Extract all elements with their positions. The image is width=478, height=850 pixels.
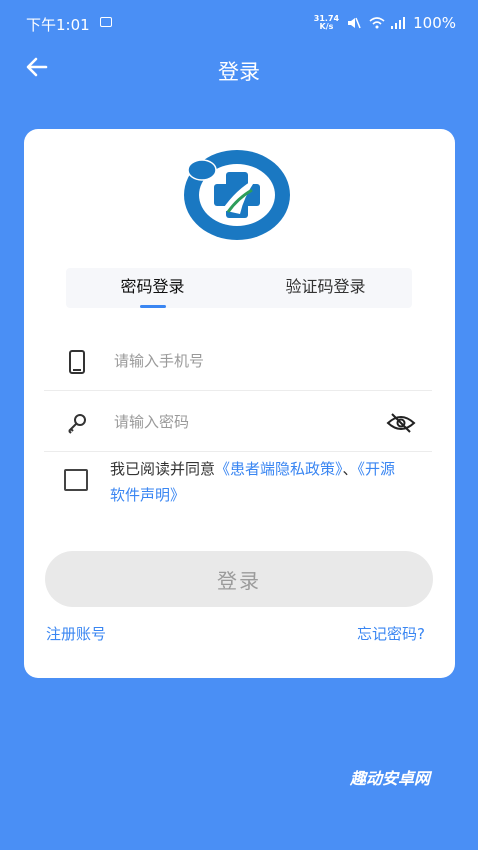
login-card: 密码登录 验证码登录 我已阅读并同意《患者端隐私政策》、《开源软件声明》 登录 … — [24, 129, 455, 678]
phone-icon — [66, 350, 88, 374]
status-bar: 下午1:01 31.74 K/s 100% — [0, 0, 478, 44]
agreement-separator: 、 — [342, 460, 358, 478]
privacy-policy-link[interactable]: 《患者端隐私政策》 — [215, 460, 343, 478]
phone-input[interactable] — [114, 348, 374, 374]
password-field-row — [44, 392, 432, 452]
status-time: 下午1:01 — [26, 16, 90, 34]
network-speed: 31.74 K/s — [314, 15, 339, 31]
register-link[interactable]: 注册账号 — [46, 623, 106, 644]
mute-icon — [347, 17, 361, 29]
page-title: 登录 — [218, 60, 260, 84]
signal-icon — [391, 17, 406, 29]
tab-password-login-label: 密码登录 — [120, 277, 185, 296]
tab-code-login-label: 验证码登录 — [285, 277, 366, 296]
phone-field-row — [44, 331, 432, 391]
agreement-text: 我已阅读并同意《患者端隐私政策》、《开源软件声明》 — [110, 456, 410, 508]
password-input[interactable] — [114, 409, 374, 435]
agreement-prefix: 我已阅读并同意 — [110, 460, 216, 478]
tab-password-login[interactable]: 密码登录 — [66, 268, 239, 308]
eye-hidden-icon[interactable] — [386, 412, 416, 434]
forgot-password-link[interactable]: 忘记密码? — [357, 623, 425, 644]
active-tab-indicator — [139, 305, 166, 308]
tab-code-login[interactable]: 验证码登录 — [239, 268, 412, 308]
hospital-logo — [182, 148, 292, 242]
login-button[interactable]: 登录 — [45, 551, 433, 607]
watermark: 趣动安卓网 — [349, 769, 430, 788]
agreement-checkbox[interactable] — [64, 469, 88, 491]
status-indicators: 31.74 K/s 100% — [314, 14, 456, 32]
login-tabs: 密码登录 验证码登录 — [66, 268, 412, 308]
battery-level: 100% — [413, 14, 456, 32]
image-notification-icon — [100, 17, 112, 27]
wifi-icon — [369, 17, 385, 29]
network-speed-unit: K/s — [319, 22, 334, 31]
app-header: 登录 — [0, 44, 478, 94]
key-icon — [66, 411, 88, 435]
